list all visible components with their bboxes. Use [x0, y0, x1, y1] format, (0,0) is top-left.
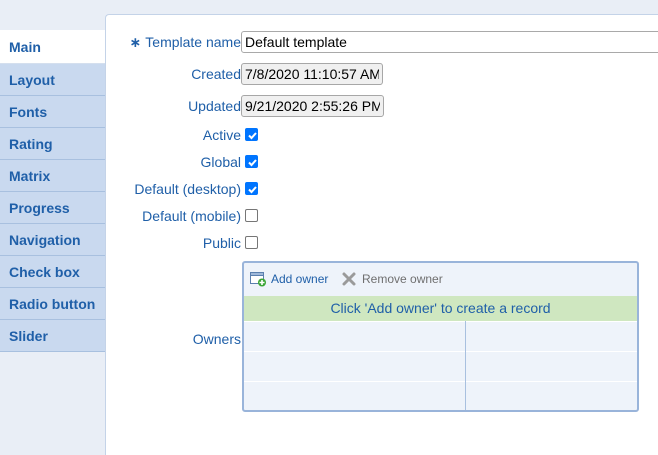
active-label: Active [202, 127, 241, 143]
tab-fonts[interactable]: Fonts [0, 96, 106, 128]
tab-check-box[interactable]: Check box [0, 256, 106, 288]
tab-main[interactable]: Main [0, 30, 106, 64]
active-checkbox[interactable] [245, 128, 258, 141]
tab-radio-button[interactable]: Radio button [0, 288, 106, 320]
tab-layout[interactable]: Layout [0, 64, 106, 96]
sidebar-tabs: Main Layout Fonts Rating Matrix Progress… [0, 30, 106, 352]
owners-grid: Add owner Remove owner Click 'Add owner'… [242, 261, 639, 412]
grid-column-divider [465, 321, 466, 410]
empty-grid-message: Click 'Add owner' to create a record [244, 296, 637, 321]
grid-row [244, 321, 637, 351]
add-record-icon [250, 271, 267, 290]
top-strip [0, 0, 658, 14]
owners-toolbar: Add owner Remove owner [244, 263, 637, 296]
required-marker: ∗ [129, 34, 142, 50]
template-name-label: ∗ Template name [129, 34, 241, 50]
remove-x-icon [341, 271, 357, 290]
grid-row [244, 381, 637, 411]
global-label: Global [200, 154, 241, 170]
template-name-input[interactable] [241, 31, 658, 53]
owners-label: Owners [192, 331, 241, 347]
global-checkbox[interactable] [245, 155, 258, 168]
default-mobile-label: Default (mobile) [142, 208, 241, 224]
created-field [241, 63, 383, 85]
tab-slider[interactable]: Slider [0, 320, 106, 352]
updated-label: Updated [188, 98, 241, 114]
created-label: Created [191, 66, 241, 82]
tab-rating[interactable]: Rating [0, 128, 106, 160]
default-desktop-checkbox[interactable] [245, 182, 258, 195]
main-form-panel: ∗Template name Created Updated Active Gl… [105, 14, 658, 455]
public-checkbox[interactable] [245, 236, 258, 249]
public-label: Public [202, 235, 241, 251]
tab-progress[interactable]: Progress [0, 192, 106, 224]
updated-field [241, 95, 384, 117]
default-mobile-checkbox[interactable] [245, 209, 258, 222]
default-desktop-label: Default (desktop) [134, 181, 241, 197]
tab-navigation[interactable]: Navigation [0, 224, 106, 256]
grid-row [244, 351, 637, 381]
tab-matrix[interactable]: Matrix [0, 160, 106, 192]
